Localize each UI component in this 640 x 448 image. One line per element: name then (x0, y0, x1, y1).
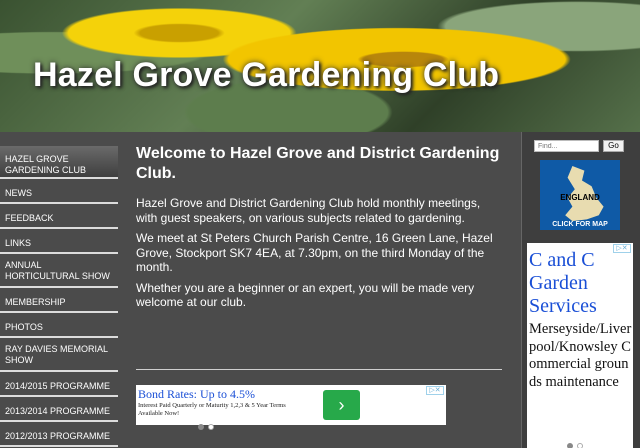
site-title[interactable]: Hazel Grove Gardening Club (33, 56, 499, 95)
nav-item-annual-show[interactable]: ANNUAL HORTICULTURAL SHOW (0, 254, 118, 288)
ad-pager-dots (567, 436, 587, 448)
page: Hazel Grove Gardening Club HAZEL GROVE G… (0, 0, 640, 448)
meeting-paragraph: We meet at St Peters Church Parish Centr… (136, 231, 493, 274)
ad-headline[interactable]: C and C Garden Services (529, 249, 629, 318)
nav-item-ray-davies-show[interactable]: RAY DAVIES MEMORIAL SHOW (0, 338, 118, 372)
intro-paragraph: Hazel Grove and District Gardening Club … (136, 196, 481, 225)
ad-body: Merseyside/Liverpool/Knowsley Commercial… (529, 321, 632, 390)
map-cta[interactable]: CLICK FOR MAP (540, 221, 620, 228)
nav-item-feedback[interactable]: FEEDBACK (0, 204, 118, 229)
page-heading: Welcome to Hazel Grove and District Gard… (136, 145, 500, 182)
nav-item-programme-2012-2013[interactable]: 2012/2013 PROGRAMME (0, 422, 118, 447)
content-divider (136, 369, 502, 370)
ad-headline[interactable]: Bond Rates: Up to 4.5% (138, 387, 255, 402)
nav-item-programme-2013-2014[interactable]: 2013/2014 PROGRAMME (0, 397, 118, 422)
sidebar-nav: HAZEL GROVE GARDENING CLUB NEWS FEEDBACK… (0, 146, 118, 447)
map-label: ENGLAND (560, 193, 600, 202)
nav-item-links[interactable]: LINKS (0, 229, 118, 254)
pager-dot-active[interactable] (567, 443, 573, 448)
adchoices-icon[interactable]: ▷✕ (426, 386, 444, 395)
ad-pager-dots (198, 417, 218, 435)
search-button[interactable]: Go (603, 140, 624, 152)
nav-item-photos[interactable]: PHOTOS (0, 313, 118, 338)
main-content: Welcome to Hazel Grove and District Gard… (136, 144, 502, 316)
nav-item-membership[interactable]: MEMBERSHIP (0, 288, 118, 313)
ad-body: Interest Paid Quarterly or Maturity 1,2,… (138, 402, 286, 417)
header-banner: Hazel Grove Gardening Club (0, 0, 640, 132)
england-map-widget[interactable]: ENGLAND CLICK FOR MAP (540, 160, 620, 230)
pager-dot[interactable] (208, 424, 214, 430)
nav-item-programme-2014-2015[interactable]: 2014/2015 PROGRAMME (0, 372, 118, 397)
nav-item-news[interactable]: NEWS (0, 179, 118, 204)
welcome-paragraph: Whether you are a beginner or an expert,… (136, 280, 475, 310)
nav-item-home[interactable]: HAZEL GROVE GARDENING CLUB (0, 146, 118, 179)
pager-dot-active[interactable] (198, 424, 204, 430)
pager-dot[interactable] (577, 443, 583, 448)
bottom-advert[interactable]: Bond Rates: Up to 4.5% Interest Paid Qua… (136, 385, 446, 425)
search-input[interactable] (534, 140, 599, 152)
ad-go-button[interactable]: › (323, 390, 360, 420)
right-advert[interactable]: ▷✕ C and C Garden Services Merseyside/Li… (527, 243, 633, 448)
